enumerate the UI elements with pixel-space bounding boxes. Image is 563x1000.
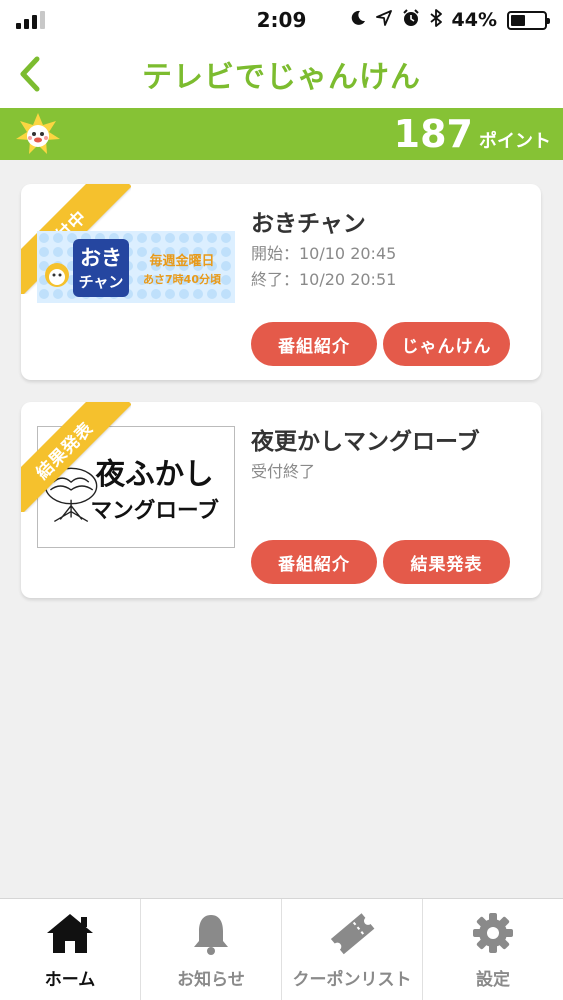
program-start: 開始：10/10 20:45 bbox=[251, 244, 397, 263]
page-title: テレビでじゃんけん bbox=[142, 60, 421, 95]
tab-label: 設定 bbox=[476, 970, 510, 990]
battery-level bbox=[511, 14, 526, 26]
points-unit: ポイント bbox=[479, 131, 551, 152]
tab-coupon-list[interactable]: クーポンリスト bbox=[282, 899, 423, 1000]
thumb-title-top: おき bbox=[80, 246, 122, 270]
thumb-time: あさ7時40分頃 bbox=[143, 272, 222, 286]
status-bar: 2:09 44% bbox=[0, 0, 563, 40]
program-card: 受付中 おき チャン 毎週金曜日 あさ7時40分頃 おきチャン 開始：10/10… bbox=[21, 184, 541, 380]
janken-button[interactable]: じゃんけん bbox=[383, 322, 510, 366]
tab-home[interactable]: ホーム bbox=[0, 899, 141, 1000]
tab-notifications[interactable]: お知らせ bbox=[141, 899, 282, 1000]
tab-label: ホーム bbox=[44, 970, 96, 990]
bell-icon bbox=[185, 909, 237, 957]
program-status: 受付終了 bbox=[251, 462, 316, 481]
battery-percent: 44% bbox=[451, 9, 497, 31]
status-ribbon: 結果発表 bbox=[21, 402, 131, 512]
bluetooth-icon bbox=[429, 9, 442, 31]
gear-icon bbox=[467, 909, 519, 957]
battery-icon bbox=[507, 10, 550, 30]
alarm-icon bbox=[402, 9, 420, 31]
thumb-weekday: 毎週金曜日 bbox=[149, 253, 214, 269]
mascot-icon bbox=[16, 113, 60, 154]
location-arrow-icon bbox=[375, 10, 392, 30]
program-title: 夜更かしマングローブ bbox=[251, 429, 480, 455]
ticket-icon bbox=[326, 909, 378, 957]
points-bar: 187 ポイント bbox=[0, 108, 563, 160]
program-title: おきチャン bbox=[251, 211, 366, 237]
program-info-button[interactable]: 番組紹介 bbox=[251, 540, 377, 584]
program-thumbnail: おき チャン 毎週金曜日 あさ7時40分頃 bbox=[37, 231, 235, 303]
points-value: 187 bbox=[393, 112, 473, 156]
thumb-title-bottom: チャン bbox=[79, 273, 124, 291]
tab-label: お知らせ bbox=[177, 970, 245, 990]
results-button[interactable]: 結果発表 bbox=[383, 540, 510, 584]
back-button[interactable] bbox=[10, 52, 50, 96]
tab-label: クーポンリスト bbox=[292, 970, 412, 990]
home-icon bbox=[44, 909, 96, 957]
signal-strength-icon bbox=[16, 11, 45, 29]
moon-icon bbox=[350, 10, 366, 30]
tab-bar: ホーム お知らせ クーポンリスト 設定 bbox=[0, 898, 563, 1000]
program-info-button[interactable]: 番組紹介 bbox=[251, 322, 377, 366]
tab-settings[interactable]: 設定 bbox=[423, 899, 563, 1000]
nav-bar: テレビでじゃんけん bbox=[0, 40, 563, 108]
chevron-left-icon bbox=[20, 56, 40, 92]
ribbon-label: 結果発表 bbox=[21, 402, 131, 512]
program-card: 夜ふかし マングローブ 結果発表 夜更かしマングローブ 受付終了 番組紹介 結果… bbox=[21, 402, 541, 598]
program-end: 終了：10/20 20:51 bbox=[251, 270, 397, 289]
points-display: 187 ポイント bbox=[394, 112, 551, 156]
